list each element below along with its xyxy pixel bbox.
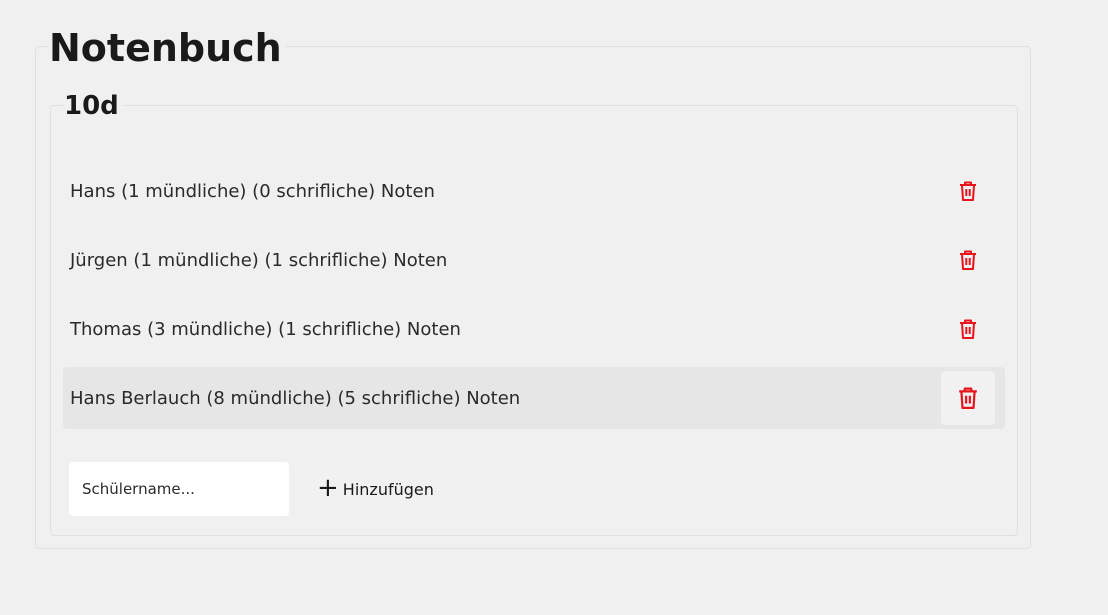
student-label: Hans (1 mündliche) (0 schrifliche) Noten xyxy=(70,180,435,202)
student-label: Hans Berlauch (8 mündliche) (5 schriflic… xyxy=(70,387,521,409)
trash-icon xyxy=(960,319,976,339)
student-row[interactable]: Jürgen (1 mündliche) (1 schrifliche) Not… xyxy=(63,229,1005,291)
trash-icon xyxy=(960,181,976,201)
student-label: Thomas (3 mündliche) (1 schrifliche) Not… xyxy=(70,318,461,340)
add-button-label: Hinzufügen xyxy=(342,479,434,499)
student-row[interactable]: Thomas (3 mündliche) (1 schrifliche) Not… xyxy=(63,298,1005,360)
delete-student-button[interactable] xyxy=(941,233,995,287)
student-name-input[interactable] xyxy=(69,462,289,516)
delete-student-button[interactable] xyxy=(941,371,995,425)
student-label: Jürgen (1 mündliche) (1 schrifliche) Not… xyxy=(70,249,448,271)
page-title: Notenbuch xyxy=(49,23,286,73)
plus-icon: + xyxy=(317,472,339,503)
student-row[interactable]: Hans (1 mündliche) (0 schrifliche) Noten xyxy=(63,160,1005,222)
student-list: Hans (1 mündliche) (0 schrifliche) Noten… xyxy=(63,160,1005,436)
delete-student-button[interactable] xyxy=(941,164,995,218)
class-title: 10d xyxy=(64,88,123,124)
student-row[interactable]: Hans Berlauch (8 mündliche) (5 schriflic… xyxy=(63,367,1005,429)
delete-student-button[interactable] xyxy=(941,302,995,356)
trash-icon xyxy=(960,250,976,270)
trash-icon xyxy=(959,387,977,409)
add-student-button[interactable]: + Hinzufügen xyxy=(303,462,448,516)
